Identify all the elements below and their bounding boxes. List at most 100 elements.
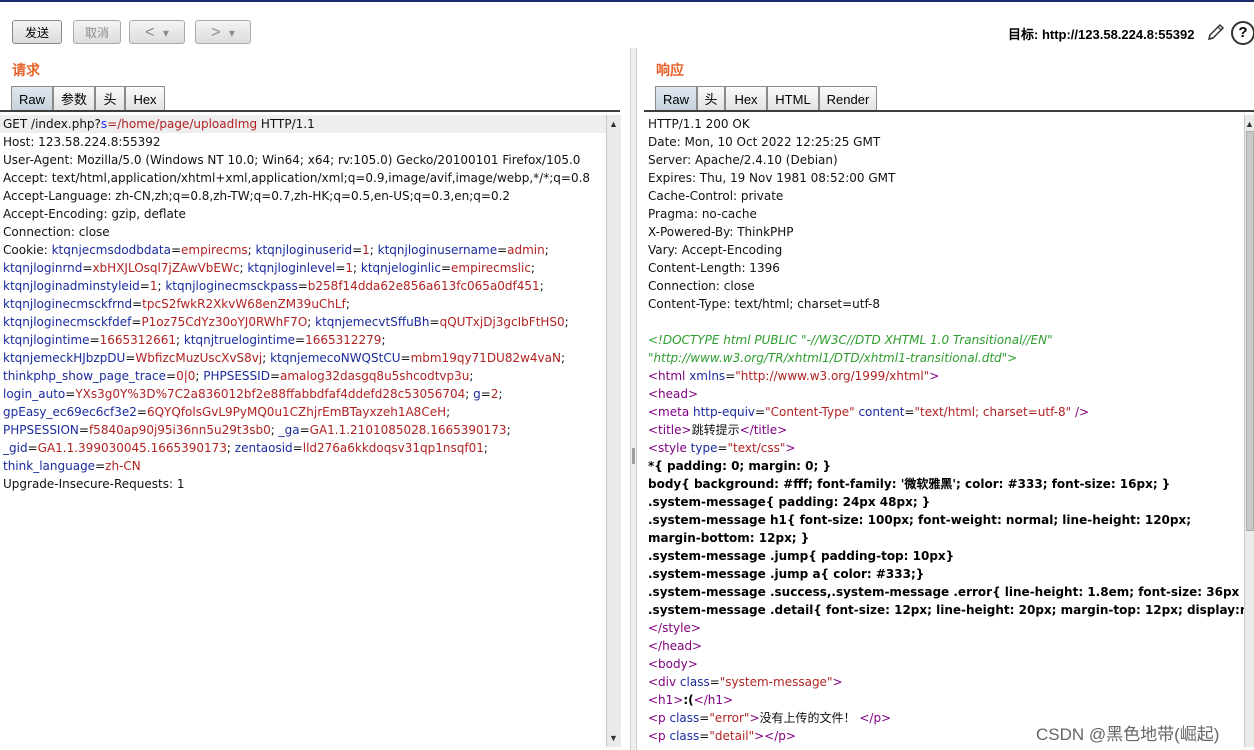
response-line: "http://www.w3.org/TR/xhtml1/DTD/xhtml1-… (648, 349, 1244, 367)
response-line: Cache-Control: private (648, 187, 1244, 205)
csdn-watermark: CSDN @黑色地带(崛起) (1036, 725, 1220, 744)
request-line-token: zentaosid (234, 441, 293, 455)
response-scroll-thumb[interactable] (1246, 131, 1254, 531)
response-line: </style> (648, 619, 1244, 637)
send-button[interactable]: 发送 (12, 20, 62, 44)
response-tab-headers[interactable]: 头 (697, 86, 725, 111)
request-line-token: = (497, 243, 508, 257)
response-line-token: content (854, 405, 905, 419)
request-editor[interactable]: GET /index.php?s=/home/page/uploadImg HT… (3, 115, 605, 750)
request-line-token: = (95, 459, 106, 473)
response-line-token: <!DOCTYPE html PUBLIC "-//W3C//DTD XHTML… (648, 333, 1053, 347)
response-line-token: <style (648, 441, 691, 455)
response-line-token: Server: Apache/2.4.10 (Debian) (648, 153, 838, 167)
request-scrollbar[interactable]: ▲ ▼ (606, 115, 621, 747)
request-line-token: ktqnjloginadminstyleid (3, 279, 140, 293)
request-line-token: login_auto (3, 387, 66, 401)
scroll-down-icon[interactable]: ▼ (609, 733, 618, 743)
target-url-label: 目标: http://123.58.224.8:55392 (1008, 27, 1195, 42)
response-line (648, 313, 1244, 331)
response-tab-raw[interactable]: Raw (655, 86, 697, 111)
response-line: Expires: Thu, 19 Nov 1981 08:52:00 GMT (648, 169, 1244, 187)
request-line: _gid=GA1.1.399030045.1665390173; zentaos… (3, 439, 605, 457)
request-line-token: ; (446, 405, 451, 419)
request-line-token: ktqnjloginecmsckpass (165, 279, 298, 293)
splitter-grip-icon[interactable] (632, 448, 635, 464)
request-line: PHPSESSION=f5840ap90j95i36nn5u29t3sb0; _… (3, 421, 605, 439)
request-line-token: gpEasy_ec69ec6cf3e2 (3, 405, 137, 419)
request-line-token: ; (369, 243, 378, 257)
response-line: Content-Length: 1396 (648, 259, 1244, 277)
request-line-token: ; (226, 441, 235, 455)
request-line-token: 1 (345, 261, 354, 275)
forward-dropdown-icon[interactable]: ▾ (229, 26, 235, 40)
request-line-token: ktqnjemecvtSffuBh (315, 315, 430, 329)
response-line-token: margin-bottom: 12px; } (648, 531, 810, 545)
response-line-token: <p (648, 729, 670, 743)
response-line-token: Date: Mon, 10 Oct 2022 12:25:25 GMT (648, 135, 881, 149)
response-line-token: "detail" (709, 729, 755, 743)
request-line-token: =/home/page/uploadImg (107, 117, 258, 131)
response-line-token: X-Powered-By: ThinkPHP (648, 225, 794, 239)
response-line-token: "http://www.w3.org/TR/xhtml1/DTD/xhtml1-… (648, 351, 1018, 365)
request-tab-raw[interactable]: Raw (11, 86, 53, 111)
back-button[interactable]: < ▾ (129, 20, 185, 44)
request-line-token: 1665312661 (99, 333, 176, 347)
request-line-token: = (132, 297, 143, 311)
request-tab-headers[interactable]: 头 (95, 86, 125, 111)
request-line-token: b258f14dda62e856a613fc065a0df451 (307, 279, 540, 293)
scroll-up-icon[interactable]: ▲ (1245, 119, 1254, 129)
response-line-token: 跳转提示 (691, 423, 740, 437)
request-line-token: GET /index.php? (3, 117, 101, 131)
response-line: <style type="text/css"> (648, 439, 1244, 457)
response-line: <html xmlns="http://www.w3.org/1999/xhtm… (648, 367, 1244, 385)
response-line-token: /> (1071, 405, 1090, 419)
request-line-token: empirecmslic (451, 261, 531, 275)
pane-splitter[interactable] (630, 48, 637, 750)
request-line-token: = (292, 441, 303, 455)
request-line: ktqnjemeckHJbzpDU=WbfizcMuzUscXvS8vj; kt… (3, 349, 605, 367)
forward-button[interactable]: > ▾ (195, 20, 251, 44)
help-icon[interactable]: ? (1231, 21, 1254, 45)
request-line-token: = (125, 351, 136, 365)
request-line-token: = (170, 243, 182, 257)
request-line-token: = (295, 333, 306, 347)
request-tab-params[interactable]: 参数 (53, 86, 95, 111)
request-line-token: ktqnjlogintime (3, 333, 90, 347)
request-line-token: ktqnjecmsdodbdata (51, 243, 171, 257)
back-arrow-icon: < (145, 24, 155, 41)
request-line-token: ktqnjloginusername (377, 243, 498, 257)
cancel-button[interactable]: 取消 (73, 20, 121, 44)
response-scrollbar[interactable]: ▲ (1244, 115, 1254, 747)
request-line-token: 6QYQfolsGvL9PyMQ0u1CZhjrEmBTayxzeh1A8CeH (146, 405, 447, 419)
request-line-token: Accept: text/html,application/xhtml+xml,… (3, 171, 591, 185)
response-editor[interactable]: HTTP/1.1 200 OK Date: Mon, 10 Oct 2022 12… (648, 115, 1244, 750)
request-line-token: HTTP/1.1 (257, 117, 315, 131)
request-line-token: = (27, 441, 38, 455)
forward-arrow-icon: > (211, 24, 221, 41)
response-tab-html[interactable]: HTML (767, 86, 819, 111)
request-line-token: = (166, 369, 177, 383)
edit-pencil-icon[interactable] (1205, 21, 1227, 43)
response-line: .system-message .success,.system-message… (648, 583, 1244, 601)
request-line-token: 1 (362, 243, 370, 257)
response-tab-hex[interactable]: Hex (725, 86, 767, 111)
request-line-token: ; (506, 423, 511, 437)
request-line: Upgrade-Insecure-Requests: 1 (3, 475, 605, 493)
response-line-token: = (904, 405, 915, 419)
request-line: GET /index.php?s=/home/page/uploadImg HT… (3, 115, 605, 133)
response-line-token: http-equiv (693, 405, 756, 419)
request-tab-hex[interactable]: Hex (125, 86, 165, 111)
response-line-token: :( (683, 693, 694, 707)
request-line-token: = (429, 315, 440, 329)
scroll-up-icon[interactable]: ▲ (609, 119, 618, 129)
back-dropdown-icon[interactable]: ▾ (163, 26, 169, 40)
response-line-token: = (717, 441, 728, 455)
response-line-token: "Content-Type" (765, 405, 855, 419)
response-tab-render[interactable]: Render (819, 86, 877, 111)
response-line-token: ></p> (754, 729, 796, 743)
request-line-token: ; (498, 387, 503, 401)
request-line-token: = (78, 423, 89, 437)
request-line-token: ktqnjeloginlic (360, 261, 441, 275)
request-title: 请求 (12, 62, 40, 78)
